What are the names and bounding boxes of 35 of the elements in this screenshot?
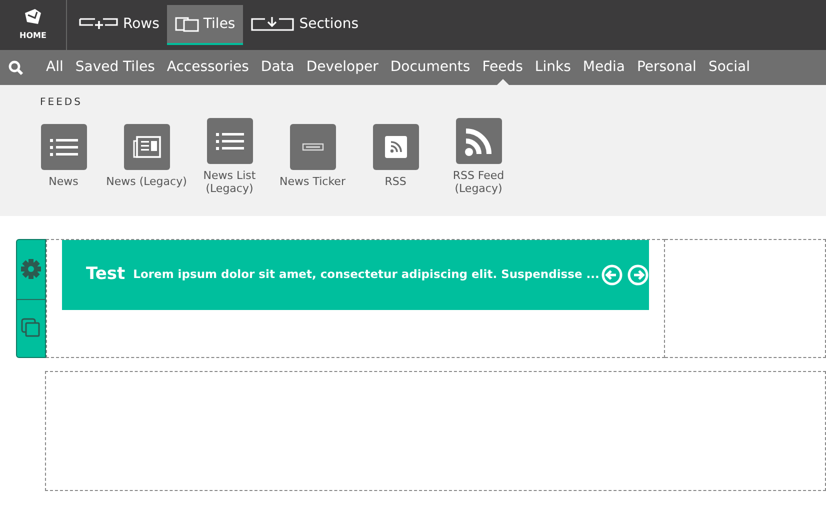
tile-option[interactable]: News Ticker xyxy=(271,118,354,196)
mode-tab[interactable]: Tiles xyxy=(167,5,244,45)
category-tab[interactable]: Social xyxy=(702,50,756,85)
category-tab[interactable]: Saved Tiles xyxy=(69,50,161,85)
tile-option[interactable]: News xyxy=(22,118,105,196)
section-insert-icon xyxy=(251,16,296,32)
category-tab[interactable]: Media xyxy=(576,50,631,85)
tile-option[interactable]: News (Legacy) xyxy=(105,118,188,196)
newspaper-icon xyxy=(132,136,160,158)
tile-option[interactable]: RSS Feed (Legacy) xyxy=(437,118,520,196)
category-tab[interactable]: Developer xyxy=(300,50,384,85)
copy-icon xyxy=(21,318,41,338)
rows-add-icon xyxy=(79,17,119,31)
search-icon xyxy=(8,60,24,76)
gear-icon xyxy=(20,258,42,280)
rss-icon xyxy=(384,136,406,158)
category-tab[interactable]: Personal xyxy=(630,50,702,85)
ticker-icon xyxy=(302,143,324,152)
category-tab[interactable]: Data xyxy=(254,50,300,85)
category-tab[interactable]: All xyxy=(40,50,70,85)
ticker-text: Lorem ipsum dolor sit amet, consectetur adipiscing elit. Suspendisse ... xyxy=(133,266,600,284)
category-tab[interactable]: Accessories xyxy=(160,50,255,85)
tiles-icon xyxy=(175,16,200,32)
list-icon xyxy=(50,137,78,158)
category-tab[interactable]: Documents xyxy=(384,50,476,85)
list-icon xyxy=(216,131,244,151)
rss-icon xyxy=(464,126,494,156)
category-tab[interactable]: Links xyxy=(528,50,577,85)
category-tab[interactable]: Feeds xyxy=(476,50,529,85)
section-heading: FEEDS xyxy=(40,96,84,110)
tile-option[interactable]: News List (Legacy) xyxy=(188,118,271,196)
ticker-title: Test xyxy=(86,263,126,286)
mode-tab[interactable]: Sections xyxy=(243,5,367,45)
mode-tab[interactable]: Rows xyxy=(71,5,168,45)
tile-option[interactable]: RSS xyxy=(354,118,437,196)
